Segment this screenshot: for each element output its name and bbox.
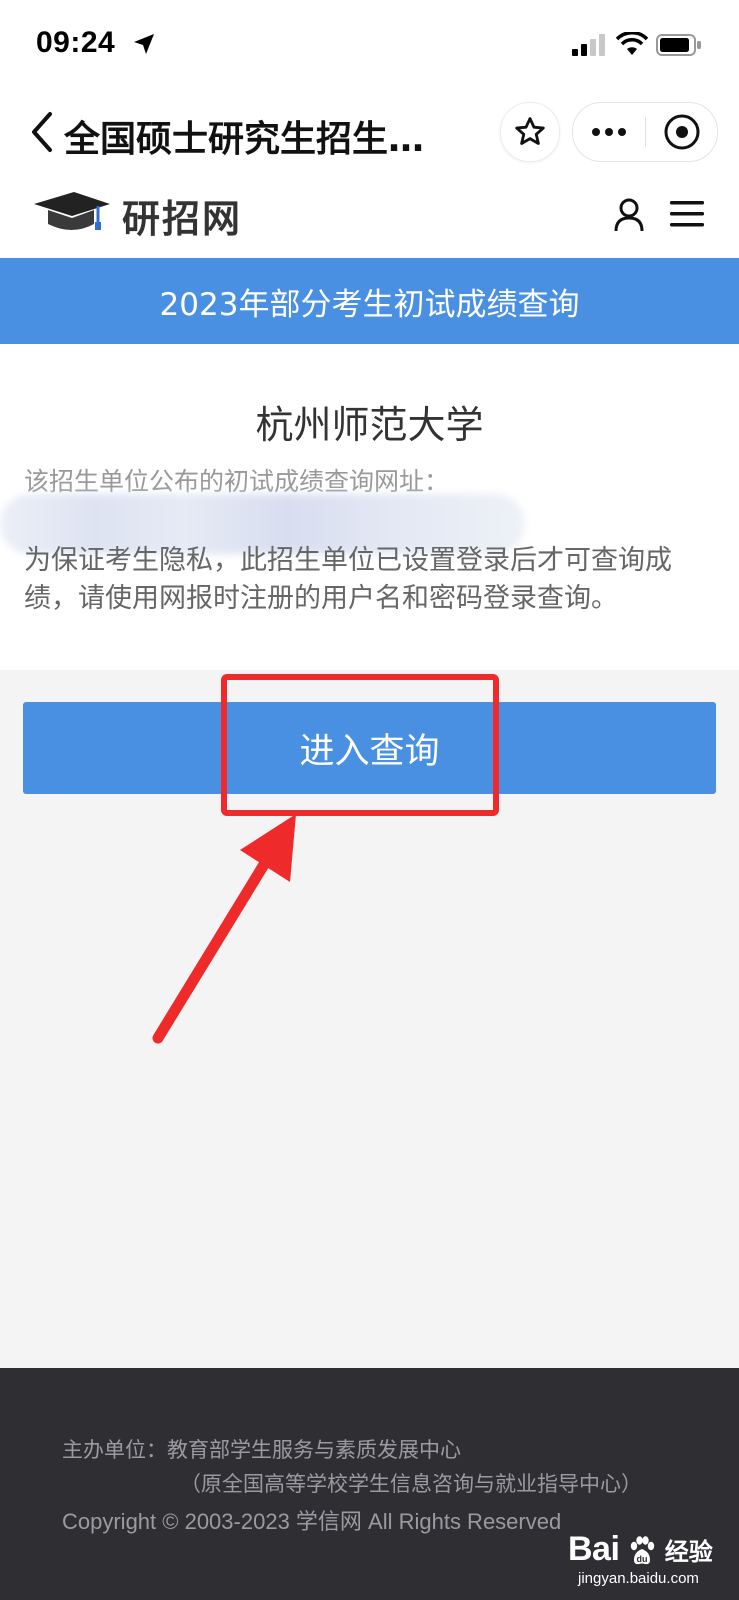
university-name: 杭州师范大学 xyxy=(255,403,484,447)
wifi-icon xyxy=(616,32,648,55)
more-dots-icon xyxy=(592,128,626,136)
site-logo-text: 研招网 xyxy=(122,196,243,241)
hamburger-menu-icon[interactable] xyxy=(670,200,704,228)
query-url-label: 该招生单位公布的初试成绩查询网址： xyxy=(24,467,450,496)
top-nav-bar: 全国硕士研究生招生… xyxy=(0,90,739,176)
battery-icon xyxy=(656,34,701,56)
watermark-brand: Bai xyxy=(568,1530,620,1568)
annotation-arrow-icon xyxy=(152,814,296,1044)
page-title: 全国硕士研究生招生… xyxy=(64,119,425,160)
copyright-text: Copyright © 2003-2023 学信网 All Rights Res… xyxy=(62,1509,562,1534)
university-info-card: 杭州师范大学 该招生单位公布的初试成绩查询网址： 为保证考生隐私，此招生单位已设… xyxy=(0,344,739,670)
back-icon[interactable] xyxy=(28,110,56,154)
paw-icon: du xyxy=(630,1536,655,1565)
watermark-jingyan: 经验 xyxy=(664,1538,713,1566)
host-organization: 主办单位：教育部学生服务与素质发展中心 xyxy=(62,1438,461,1462)
status-time: 09:24 xyxy=(36,26,116,59)
cellular-signal-icon xyxy=(572,34,605,56)
baidu-jingyan-watermark: Bai du 经验 xyxy=(568,1530,713,1569)
site-header: 研招网 xyxy=(0,176,739,258)
favorite-button[interactable] xyxy=(500,102,560,162)
more-button[interactable] xyxy=(573,103,645,161)
target-circle-icon xyxy=(664,114,699,150)
watermark-url: jingyan.baidu.com xyxy=(578,1570,699,1587)
privacy-notice: 为保证考生隐私，此招生单位已设置登录后才可查询成绩，请使用网报时注册的用户名和密… xyxy=(24,545,672,614)
host-organization-note: （原全国高等学校学生信息咨询与就业指导中心） xyxy=(180,1472,642,1496)
annotation-highlight-box xyxy=(221,674,499,816)
capsule-menu xyxy=(572,102,718,162)
page-banner: 2023年部分考生初试成绩查询 xyxy=(0,258,739,344)
graduation-cap-logo-icon xyxy=(34,192,110,230)
svg-text:du: du xyxy=(637,1554,648,1564)
star-icon xyxy=(515,117,545,145)
user-icon[interactable] xyxy=(614,198,644,232)
location-arrow-icon xyxy=(134,34,154,54)
page-footer: 主办单位：教育部学生服务与素质发展中心 （原全国高等学校学生信息咨询与就业指导中… xyxy=(0,1368,739,1600)
status-bar: 09:24 xyxy=(0,0,739,90)
close-miniprogram-button[interactable] xyxy=(646,103,717,161)
